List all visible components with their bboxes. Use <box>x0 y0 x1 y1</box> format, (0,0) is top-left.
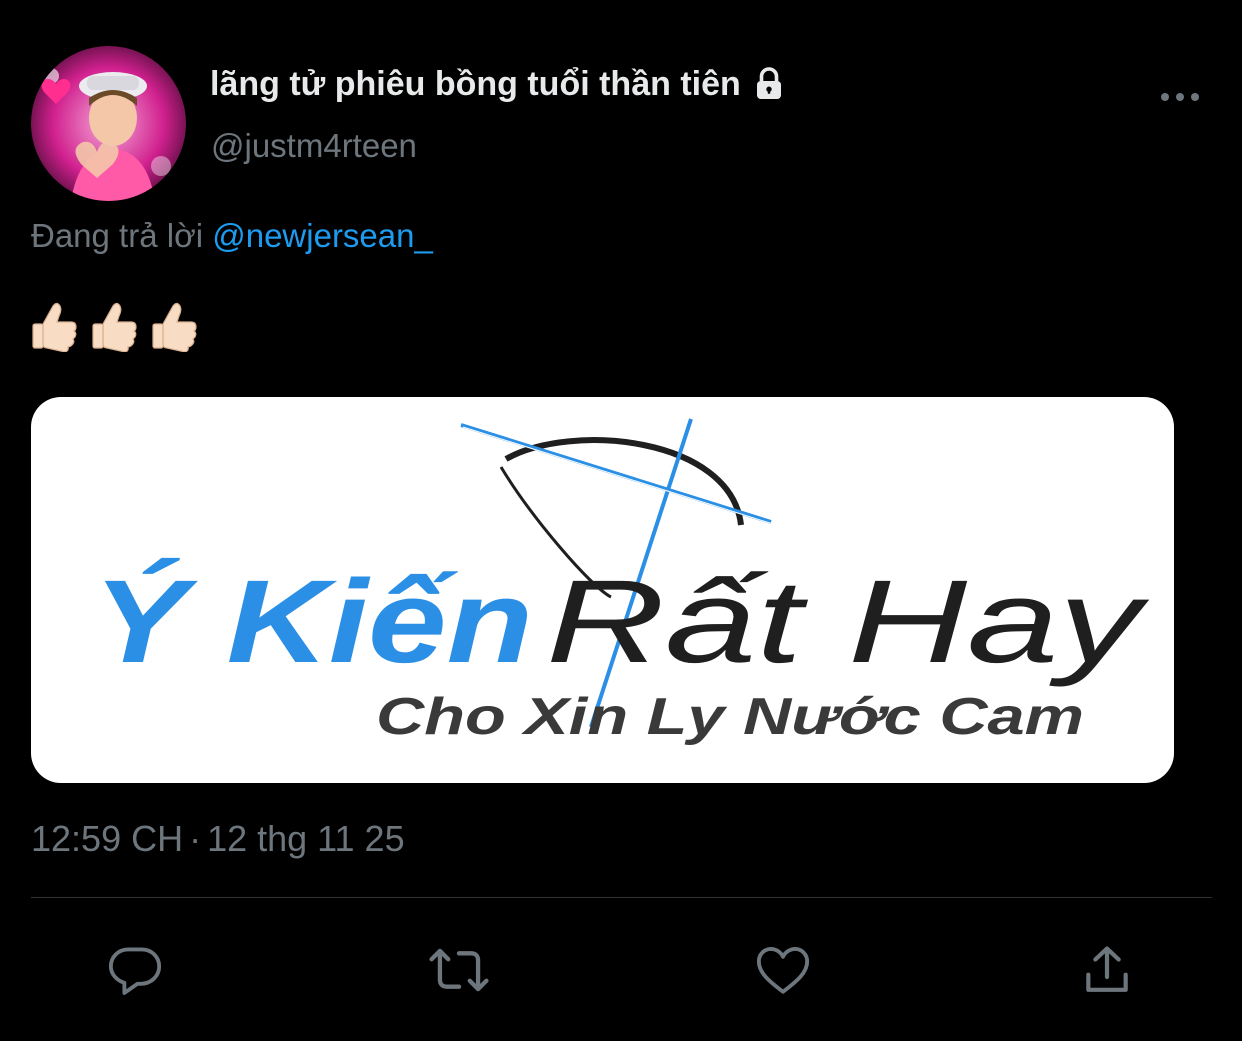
timestamp-separator: · <box>189 818 202 859</box>
ellipsis-icon <box>1161 93 1199 101</box>
media-subtitle: Cho Xin Ly Nước Cam <box>376 688 1084 746</box>
media-logo-graphic: Ý Kiến Rất Hay Cho Xin Ly Nước Cam <box>93 418 1149 746</box>
tweet-date: 12 thg 11 25 <box>207 818 405 859</box>
share-button[interactable] <box>1067 930 1147 1010</box>
thumbs-up-icon <box>152 302 197 352</box>
divider <box>31 897 1212 898</box>
lock-icon <box>751 66 787 102</box>
media-title-dark: Rất Hay <box>546 556 1149 688</box>
display-name[interactable]: lãng tử phiêu bồng tuổi thần tiên <box>210 62 787 106</box>
display-name-text: lãng tử phiêu bồng tuổi thần tiên <box>210 64 741 103</box>
heart-icon <box>756 947 810 994</box>
tweet-text <box>31 300 199 352</box>
share-upload-icon <box>1086 946 1128 992</box>
media-title-blue: Ý Kiến <box>93 556 533 688</box>
avatar-photo <box>31 46 186 201</box>
thumbs-up-icon <box>32 302 77 352</box>
comment-bubble-icon <box>108 947 162 995</box>
tweet-time: 12:59 CH <box>31 818 184 859</box>
reply-button[interactable] <box>95 930 175 1010</box>
reply-context: Đang trả lời @newjersean_ <box>31 217 433 255</box>
thumbs-up-icon <box>92 302 137 352</box>
retweet-button[interactable] <box>419 930 499 1010</box>
tweet-timestamp[interactable]: 12:59 CH · 12 thg 11 25 <box>31 818 405 860</box>
reply-prefix: Đang trả lời <box>31 217 204 254</box>
avatar[interactable] <box>31 46 186 201</box>
tweet-media-image[interactable]: Ý Kiến Rất Hay Cho Xin Ly Nước Cam <box>31 397 1174 783</box>
like-button[interactable] <box>743 930 823 1010</box>
tweet-action-bar <box>0 930 1242 1010</box>
more-options-button[interactable] <box>1150 80 1210 114</box>
reply-mention-link[interactable]: @newjersean_ <box>212 217 433 254</box>
author-handle[interactable]: @justm4rteen <box>211 127 417 165</box>
retweet-icon <box>429 948 489 992</box>
